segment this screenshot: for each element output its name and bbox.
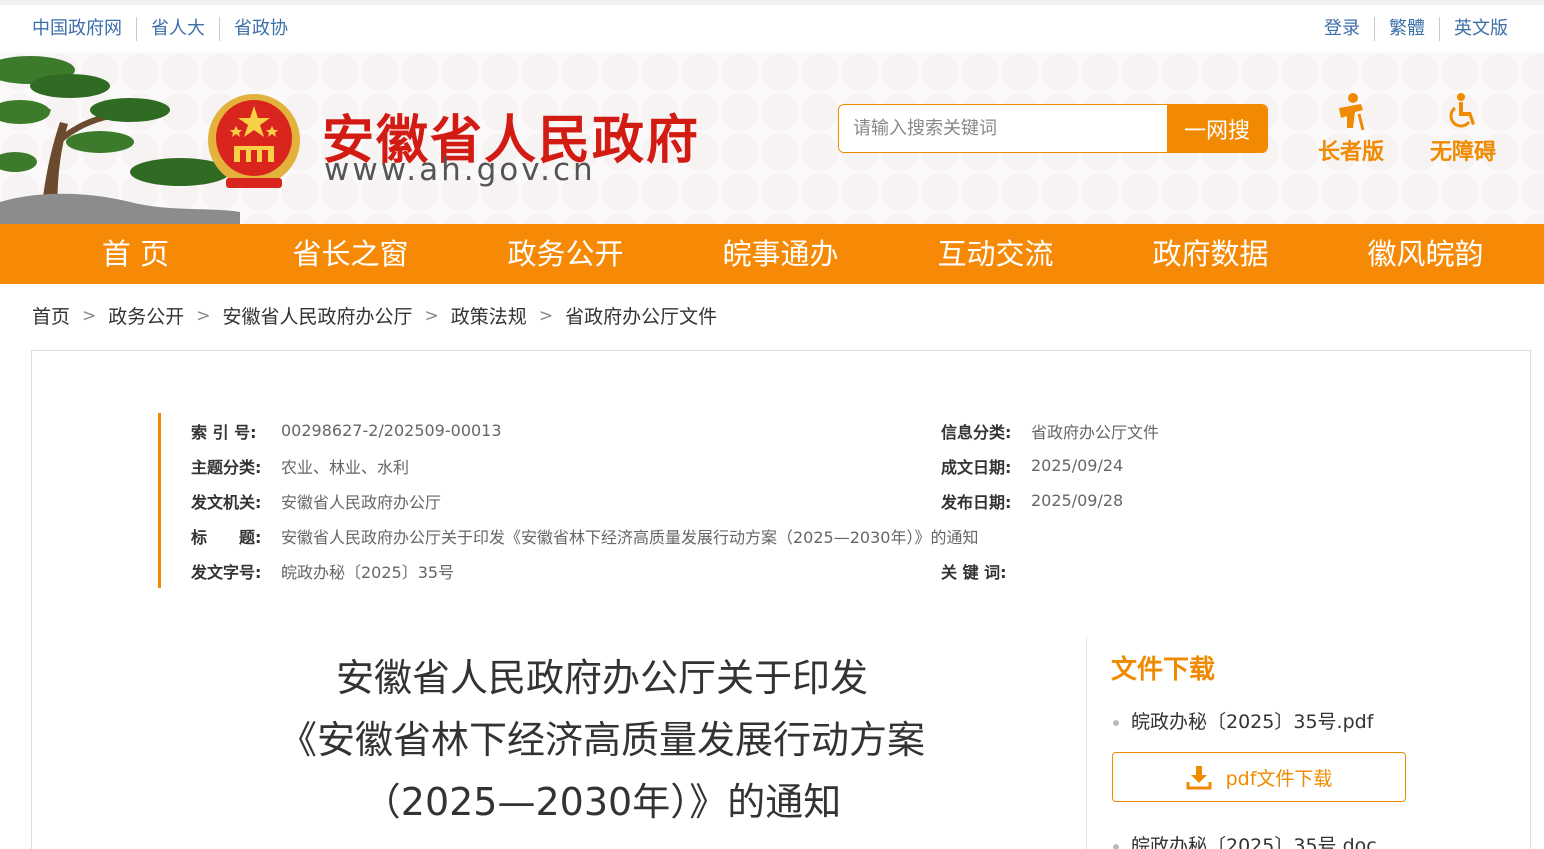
meta-issuer: 发文机关: 安徽省人民政府办公厅 bbox=[191, 492, 442, 512]
elder-mode-button[interactable]: 长者版 bbox=[1318, 92, 1384, 166]
pine-tree-icon bbox=[0, 56, 240, 224]
breadcrumb-policies[interactable]: 政策法规 bbox=[451, 302, 527, 329]
search-input[interactable] bbox=[839, 105, 1167, 152]
document-title-line2: 《安徽省林下经济高质量发展行动方案 bbox=[278, 718, 925, 762]
document-title: 安徽省人民政府办公厅关于印发 《安徽省林下经济高质量发展行动方案 （2025—2… bbox=[212, 647, 992, 833]
link-provincial-cppcc[interactable]: 省政协 bbox=[219, 17, 302, 41]
chevron-right-icon: > bbox=[82, 305, 97, 326]
accessibility-button[interactable]: 无障碍 bbox=[1430, 92, 1496, 166]
nav-anhui-culture[interactable]: 徽风皖韵 bbox=[1318, 224, 1533, 284]
document-title-line3: （2025—2030年）》的通知 bbox=[362, 780, 842, 824]
top-bar: 中国政府网 省人大 省政协 登录 繁體 英文版 bbox=[0, 0, 1544, 52]
link-china-gov[interactable]: 中国政府网 bbox=[32, 17, 136, 41]
breadcrumb-government-affairs[interactable]: 政务公开 bbox=[108, 302, 184, 329]
bullet-icon bbox=[1113, 843, 1119, 849]
national-emblem-icon bbox=[208, 94, 300, 188]
accessibility-label: 无障碍 bbox=[1430, 140, 1497, 165]
file-item-pdf[interactable]: 皖政办秘〔2025〕35号.pdf bbox=[1113, 707, 1373, 734]
bullet-icon bbox=[1113, 719, 1119, 726]
wheelchair-icon bbox=[1449, 93, 1475, 128]
file-download-panel: 文件下载 皖政办秘〔2025〕35号.pdf pdf文件下载 皖政办秘〔2025… bbox=[1086, 637, 1532, 849]
meta-topic: 主题分类: 农业、林业、水利 bbox=[191, 457, 410, 477]
download-heading: 文件下载 bbox=[1111, 655, 1216, 685]
download-icon bbox=[1186, 766, 1212, 790]
search-button[interactable]: 一网搜 bbox=[1167, 105, 1267, 152]
main-nav: 首 页 省长之窗 政务公开 皖事通办 互动交流 政府数据 徽风皖韵 bbox=[0, 224, 1544, 284]
meta-date: 成文日期: 2025/09/24 bbox=[941, 456, 1124, 477]
breadcrumb: 首页 > 政务公开 > 安徽省人民政府办公厅 > 政策法规 > 省政府办公厅文件 bbox=[32, 302, 717, 329]
english-version-link[interactable]: 英文版 bbox=[1439, 17, 1522, 41]
nav-government-affairs[interactable]: 政务公开 bbox=[458, 224, 673, 284]
site-header: 安徽省人民政府 www.ah.gov.cn 一网搜 长者版 无障碍 bbox=[0, 52, 1544, 224]
chevron-right-icon: > bbox=[424, 305, 439, 326]
breadcrumb-general-office[interactable]: 安徽省人民政府办公厅 bbox=[223, 302, 413, 329]
nav-government-data[interactable]: 政府数据 bbox=[1103, 224, 1318, 284]
search-box: 一网搜 bbox=[838, 104, 1268, 153]
document-title-line1: 安徽省人民政府办公厅关于印发 bbox=[335, 656, 868, 700]
elder-icon bbox=[1339, 93, 1365, 130]
file-item-doc[interactable]: 皖政办秘〔2025〕35号.doc bbox=[1113, 831, 1377, 849]
meta-index: 索 引 号: 00298627-2/202509-00013 bbox=[191, 421, 502, 442]
chevron-right-icon: > bbox=[538, 305, 554, 326]
login-link[interactable]: 登录 bbox=[1310, 17, 1374, 41]
nav-home[interactable]: 首 页 bbox=[28, 224, 243, 284]
nav-governor-window[interactable]: 省长之窗 bbox=[243, 224, 458, 284]
nav-online-services[interactable]: 皖事通办 bbox=[673, 224, 888, 284]
meta-publish-date: 发布日期: 2025/09/28 bbox=[941, 491, 1124, 512]
meta-doc-number: 发文字号: 皖政办秘〔2025〕35号 bbox=[191, 562, 455, 582]
nav-interaction[interactable]: 互动交流 bbox=[888, 224, 1103, 284]
meta-category: 信息分类: 省政府办公厅文件 bbox=[941, 422, 1160, 442]
article-container: 索 引 号: 00298627-2/202509-00013 信息分类: 省政府… bbox=[31, 350, 1531, 849]
traditional-chinese-link[interactable]: 繁體 bbox=[1374, 17, 1439, 41]
top-links-left: 中国政府网 省人大 省政协 bbox=[32, 17, 302, 41]
meta-title: 标 题: 安徽省人民政府办公厅关于印发《安徽省林下经济高质量发展行动方案（202… bbox=[191, 527, 979, 547]
meta-keywords: 关 键 词: bbox=[941, 562, 1007, 582]
top-links-right: 登录 繁體 英文版 bbox=[1310, 17, 1522, 41]
link-provincial-congress[interactable]: 省人大 bbox=[136, 17, 219, 41]
elder-mode-label: 长者版 bbox=[1318, 140, 1385, 165]
pdf-download-button[interactable]: pdf文件下载 bbox=[1112, 752, 1406, 802]
chevron-right-icon: > bbox=[196, 305, 211, 326]
site-url: www.ah.gov.cn bbox=[324, 152, 596, 188]
breadcrumb-home[interactable]: 首页 bbox=[32, 302, 70, 329]
document-metadata: 索 引 号: 00298627-2/202509-00013 信息分类: 省政府… bbox=[158, 413, 1408, 588]
breadcrumb-office-documents[interactable]: 省政府办公厅文件 bbox=[565, 302, 717, 329]
